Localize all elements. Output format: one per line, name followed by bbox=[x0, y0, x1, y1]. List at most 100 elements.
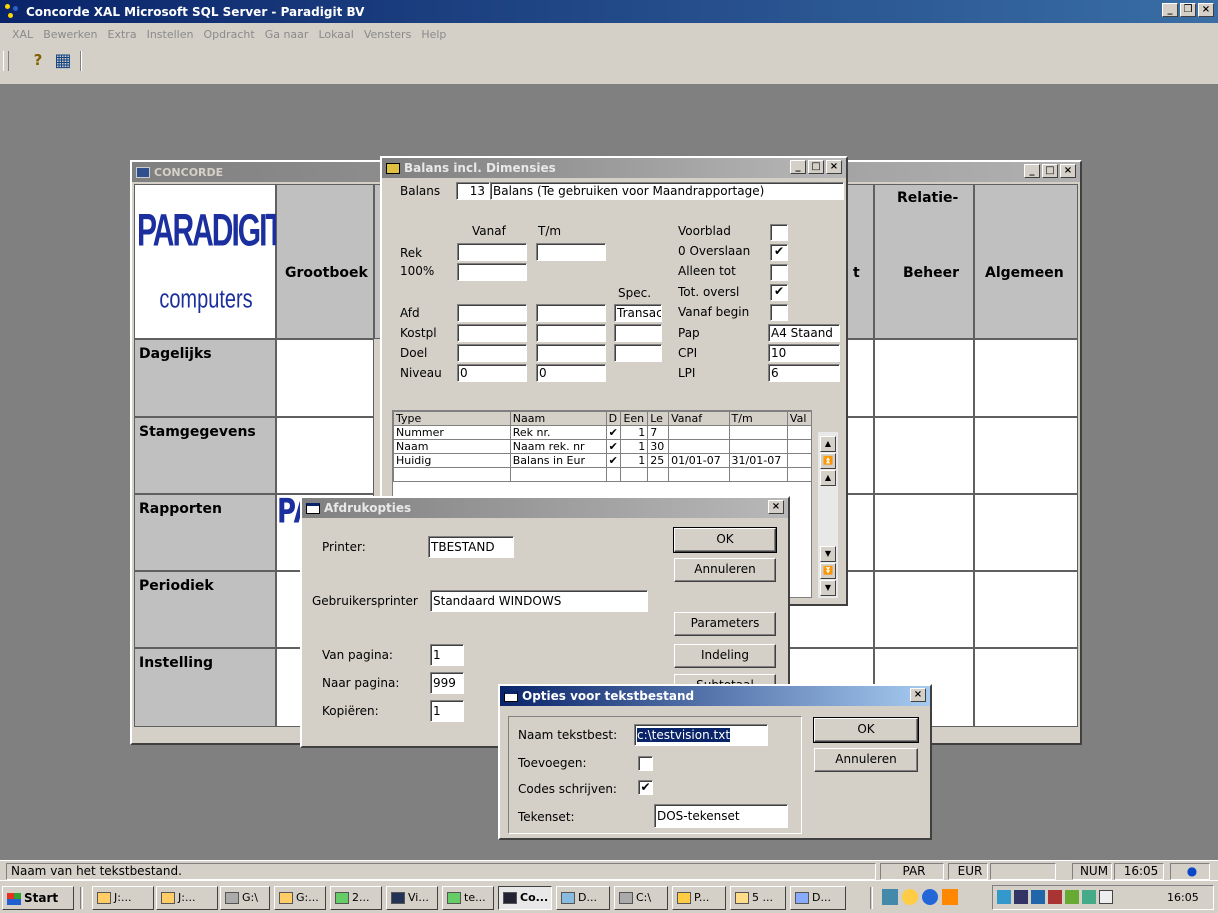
tray-icon[interactable] bbox=[1014, 890, 1028, 904]
menu-vensters[interactable]: Vensters bbox=[364, 28, 411, 41]
scroll-bottom-button[interactable]: ▼ bbox=[820, 580, 836, 596]
help-icon[interactable]: ? bbox=[28, 51, 48, 71]
tot-oversl-checkbox[interactable]: ✔ bbox=[770, 284, 788, 301]
balans-number-field[interactable]: 13 bbox=[456, 182, 490, 200]
scroll-page-up-button[interactable]: ⏫ bbox=[820, 453, 836, 469]
task-d1[interactable]: D... bbox=[556, 886, 610, 910]
row-stamgegevens[interactable]: Stamgegevens bbox=[134, 417, 276, 494]
balans-minimize-button[interactable]: _ bbox=[790, 160, 806, 174]
tekenset-field[interactable]: DOS-tekenset bbox=[654, 804, 788, 828]
grid-cell[interactable] bbox=[874, 417, 974, 494]
indeling-button[interactable]: Indeling bbox=[674, 644, 776, 668]
minimize-button[interactable]: _ bbox=[1162, 3, 1178, 17]
task-j1[interactable]: J:... bbox=[92, 886, 154, 910]
menu-extra[interactable]: Extra bbox=[108, 28, 137, 41]
opties-ok-button[interactable]: OK bbox=[813, 717, 919, 743]
row-periodiek[interactable]: Periodiek bbox=[134, 571, 276, 648]
scroll-top-button[interactable]: ▲ bbox=[820, 436, 836, 452]
task-vi[interactable]: Vi... bbox=[386, 886, 438, 910]
menu-bewerken[interactable]: Bewerken bbox=[43, 28, 97, 41]
opties-close-button[interactable]: × bbox=[910, 688, 926, 702]
task-2[interactable]: 2... bbox=[330, 886, 382, 910]
col-algemeen[interactable]: Algemeen bbox=[974, 184, 1078, 339]
balans-close-button[interactable]: × bbox=[826, 160, 842, 174]
grid-cell[interactable] bbox=[874, 571, 974, 648]
task-5[interactable]: 5 ... bbox=[730, 886, 786, 910]
media-icon[interactable] bbox=[942, 889, 958, 905]
ie-icon[interactable] bbox=[922, 889, 938, 905]
afd-to-field[interactable] bbox=[536, 304, 606, 322]
pct-field[interactable] bbox=[457, 263, 527, 281]
balans-desc-field[interactable]: Balans (Te gebruiken voor Maandrapportag… bbox=[490, 182, 844, 200]
parameters-button[interactable]: Parameters bbox=[674, 612, 776, 636]
task-te[interactable]: te... bbox=[442, 886, 494, 910]
lpi-field[interactable]: 6 bbox=[768, 364, 840, 382]
pap-field[interactable]: A4 Staand bbox=[768, 324, 840, 342]
grid-cell[interactable] bbox=[276, 339, 374, 417]
grid-cell[interactable] bbox=[974, 417, 1078, 494]
task-g1[interactable]: G:\ bbox=[220, 886, 270, 910]
afdruk-close-button[interactable]: × bbox=[768, 500, 784, 514]
grid-cell[interactable] bbox=[974, 494, 1078, 571]
grid-cell[interactable] bbox=[974, 648, 1078, 727]
menu-opdracht[interactable]: Opdracht bbox=[203, 28, 254, 41]
cpi-field[interactable]: 10 bbox=[768, 344, 840, 362]
alleen-tot-checkbox[interactable] bbox=[770, 264, 788, 281]
restore-button[interactable]: ❒ bbox=[1180, 3, 1196, 17]
naam-tekstbest-field[interactable]: c:\testvision.txt bbox=[634, 724, 768, 746]
task-concorde[interactable]: Co... bbox=[498, 886, 552, 910]
col-grootboek[interactable]: Grootboek bbox=[276, 184, 374, 339]
start-button[interactable]: Start bbox=[2, 886, 74, 910]
printer-field[interactable]: TBESTAND bbox=[428, 536, 514, 558]
task-c[interactable]: C:\ bbox=[614, 886, 668, 910]
row-instelling[interactable]: Instelling bbox=[134, 648, 276, 727]
niveau-from-field[interactable]: 0 bbox=[457, 364, 527, 382]
afdruk-annuleren-button[interactable]: Annuleren bbox=[674, 558, 776, 582]
scroll-up-button[interactable]: ▲ bbox=[820, 470, 836, 486]
tray-icon[interactable] bbox=[1082, 890, 1096, 904]
grid-cell[interactable] bbox=[874, 339, 974, 417]
vanaf-begin-checkbox[interactable] bbox=[770, 304, 788, 321]
kostpl-from-field[interactable] bbox=[457, 324, 527, 342]
niveau-to-field[interactable]: 0 bbox=[536, 364, 606, 382]
van-pagina-field[interactable]: 1 bbox=[430, 644, 464, 666]
task-d2[interactable]: D... bbox=[790, 886, 846, 910]
tray-icons[interactable] bbox=[997, 890, 1113, 906]
grid-icon[interactable]: ▦ bbox=[52, 50, 74, 71]
opties-annuleren-button[interactable]: Annuleren bbox=[814, 748, 918, 772]
kostpl-to-field[interactable] bbox=[536, 324, 606, 342]
task-p[interactable]: P... bbox=[672, 886, 726, 910]
clock-icon[interactable] bbox=[902, 889, 918, 905]
table-row[interactable] bbox=[393, 467, 811, 482]
codes-schrijven-checkbox[interactable]: ✔ bbox=[638, 780, 653, 795]
toevoegen-checkbox[interactable] bbox=[638, 756, 653, 771]
quicklaunch-icons[interactable] bbox=[882, 889, 962, 907]
task-j2[interactable]: J:... bbox=[156, 886, 218, 910]
concorde-maximize-button[interactable]: □ bbox=[1042, 164, 1058, 178]
concorde-minimize-button[interactable]: _ bbox=[1024, 164, 1040, 178]
row-dagelijks[interactable]: Dagelijks bbox=[134, 339, 276, 417]
desktop-icon[interactable] bbox=[882, 889, 898, 905]
overslaan-checkbox[interactable]: ✔ bbox=[770, 244, 788, 261]
doel-spec-field[interactable] bbox=[614, 344, 662, 362]
afdruk-ok-button[interactable]: OK bbox=[673, 527, 777, 553]
menu-ga-naar[interactable]: Ga naar bbox=[265, 28, 309, 41]
close-button[interactable]: × bbox=[1198, 3, 1214, 17]
row-rapporten[interactable]: Rapporten bbox=[134, 494, 276, 571]
menu-xal[interactable]: XAL bbox=[12, 28, 33, 41]
menu-lokaal[interactable]: Lokaal bbox=[318, 28, 353, 41]
concorde-close-button[interactable]: × bbox=[1060, 164, 1076, 178]
kopieren-field[interactable]: 1 bbox=[430, 700, 464, 722]
spec-field[interactable]: Transac bbox=[614, 304, 662, 322]
table-row[interactable]: Huidig Balans in Eur ✔ 1 25 01/01-07 31/01-07 bbox=[393, 453, 811, 468]
col-relatie-beheer[interactable]: Relatie- Beheer bbox=[874, 184, 974, 339]
mail-icon[interactable] bbox=[1099, 890, 1113, 904]
grid-cell[interactable] bbox=[974, 339, 1078, 417]
tray-icon[interactable] bbox=[1048, 890, 1062, 904]
grid-cell[interactable] bbox=[974, 571, 1078, 648]
voorblad-checkbox[interactable] bbox=[770, 224, 788, 241]
scroll-page-down-button[interactable]: ⏬ bbox=[820, 563, 836, 579]
kostpl-spec-field[interactable] bbox=[614, 324, 662, 342]
doel-to-field[interactable] bbox=[536, 344, 606, 362]
table-row[interactable]: Naam Naam rek. nr ✔ 1 30 bbox=[393, 439, 811, 454]
